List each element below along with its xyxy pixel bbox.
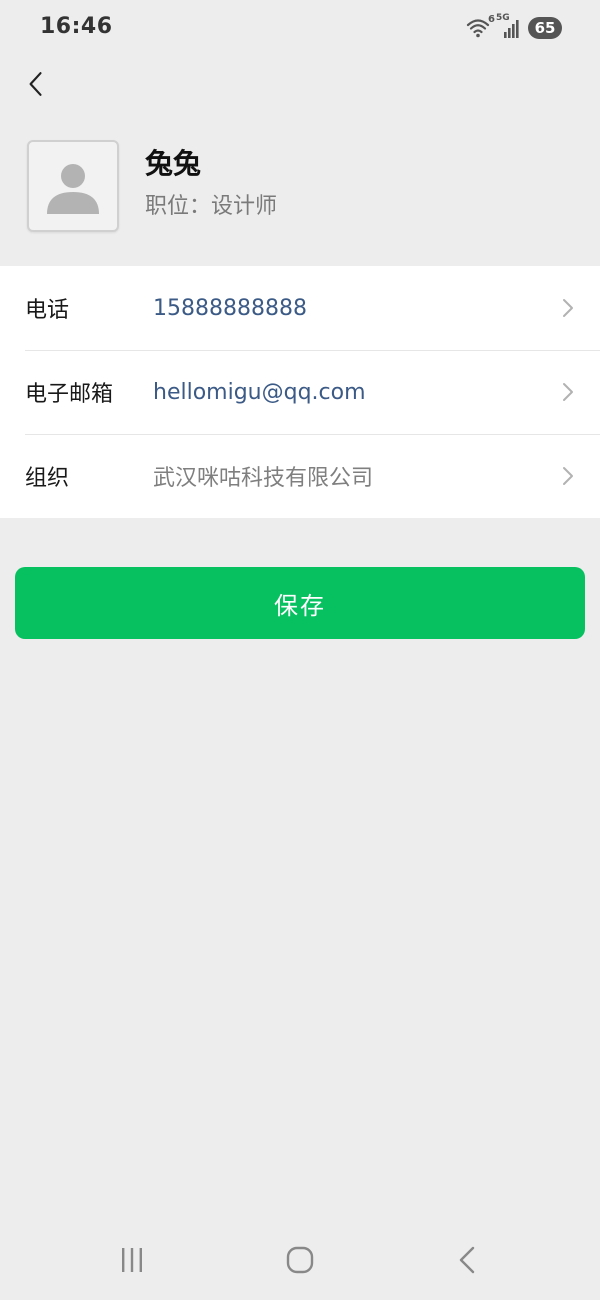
email-value: hellomigu@qq.com <box>153 379 366 405</box>
back-arrow-icon <box>29 72 42 96</box>
email-label: 电子邮箱 <box>25 382 114 407</box>
chevron-right-icon <box>563 299 573 317</box>
battery-badge: 65 <box>528 17 562 39</box>
recent-apps-icon <box>122 1248 142 1272</box>
organization-value: 武汉咪咕科技有限公司 <box>153 466 374 491</box>
status-bar: 16:46 6 5G 65 <box>0 0 600 56</box>
nav-bar <box>0 56 600 112</box>
phone-label: 电话 <box>25 298 70 323</box>
chevron-right-icon <box>563 467 573 485</box>
profile-position: 职位：设计师 <box>145 194 278 219</box>
chevron-right-icon <box>563 383 573 401</box>
recent-apps-button[interactable] <box>107 1240 157 1280</box>
profile-name: 兔兔 <box>145 147 202 180</box>
phone-value: 15888888888 <box>153 295 307 321</box>
wifi-badge: 6 <box>488 14 495 25</box>
organization-label: 组织 <box>25 466 70 491</box>
system-back-button[interactable] <box>443 1240 493 1280</box>
status-icons: 6 5G 65 <box>466 13 562 40</box>
info-row-organization[interactable]: 组织 武汉咪咕科技有限公司 <box>0 434 600 518</box>
info-row-email[interactable]: 电子邮箱 hellomigu@qq.com <box>0 350 600 434</box>
save-button[interactable]: 保存 <box>15 567 585 639</box>
wifi-icon: 6 <box>466 14 495 39</box>
info-list: 电话 15888888888 电子邮箱 hellomigu@qq.com 组织 … <box>0 266 600 518</box>
system-back-icon <box>459 1246 475 1274</box>
home-icon <box>286 1246 314 1274</box>
home-button[interactable] <box>275 1240 325 1280</box>
person-silhouette-icon <box>47 164 99 214</box>
signal-indicator: 5G <box>496 13 522 39</box>
profile-header: 兔兔 职位：设计师 <box>0 120 600 266</box>
network-type: 5G <box>496 13 510 23</box>
system-nav-bar <box>0 1220 600 1300</box>
status-time: 16:46 <box>40 14 113 39</box>
avatar[interactable] <box>27 140 119 232</box>
back-button[interactable] <box>16 64 56 104</box>
info-row-phone[interactable]: 电话 15888888888 <box>0 266 600 350</box>
